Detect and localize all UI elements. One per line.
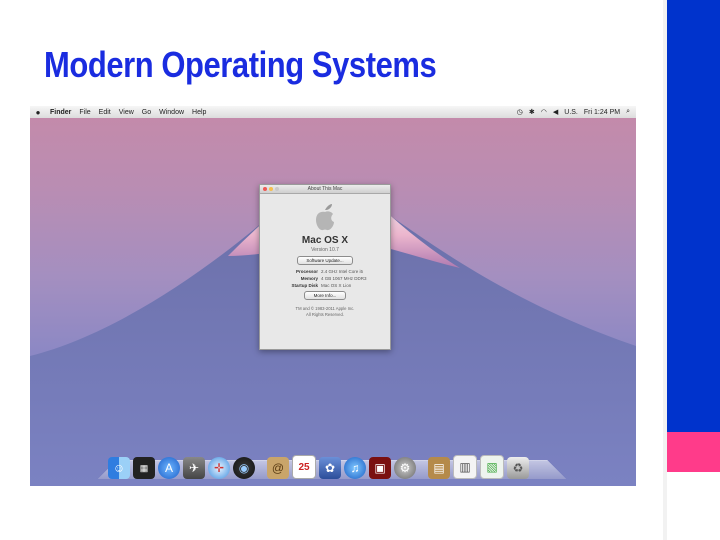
menu-file[interactable]: File xyxy=(79,109,90,116)
info-value: Mac OS X Lion xyxy=(321,283,352,288)
info-key: Startup Disk xyxy=(291,283,318,288)
finder-icon[interactable]: ☺ xyxy=(108,457,130,479)
info-row-memory: Memory 4 GB 1067 MHz DDR3 xyxy=(260,276,390,281)
about-this-mac-window: About This Mac Mac OS X Version 10.7 Sof… xyxy=(259,184,391,350)
minimize-icon[interactable] xyxy=(269,187,273,191)
wifi-icon[interactable]: ◠ xyxy=(541,108,547,116)
menu-finder[interactable]: Finder xyxy=(50,109,71,116)
apple-icon[interactable]: ● xyxy=(34,108,42,117)
trash-icon[interactable]: ♻ xyxy=(507,457,529,479)
software-update-button[interactable]: Software Update... xyxy=(297,256,353,265)
dashboard-icon[interactable]: ▦ xyxy=(133,457,155,479)
launchpad-icon[interactable]: ✈ xyxy=(183,457,205,479)
rights-line: All Rights Reserved. xyxy=(306,312,344,317)
slide-accent-pink xyxy=(667,432,720,472)
downloads-stack-icon[interactable]: ▤ xyxy=(428,457,450,479)
apple-logo-icon xyxy=(260,202,390,234)
slide-accent-blue xyxy=(667,0,720,432)
menu-help[interactable]: Help xyxy=(192,109,206,116)
info-value: 4 GB 1067 MHz DDR3 xyxy=(321,276,367,281)
info-row-startup-disk: Startup Disk Mac OS X Lion xyxy=(260,283,390,288)
more-info-button[interactable]: More Info... xyxy=(304,291,346,300)
dock: ☺ ▦ A ✈ ✛ ◉ @ 25 ✿ ♫ ▣ ⚙ ▤ ▥ ▧ ♻ xyxy=(108,449,558,479)
copyright-text: TM and © 1983-2011 Apple Inc. All Rights… xyxy=(260,306,390,318)
slide-title: Modern Operating Systems xyxy=(44,44,437,85)
spotlight-icon[interactable]: ⌕ xyxy=(626,108,630,116)
info-key: Memory xyxy=(300,276,318,281)
input-language[interactable]: U.S. xyxy=(564,109,578,116)
documents-stack-icon[interactable]: ▥ xyxy=(453,455,477,479)
facetime-icon[interactable]: ◉ xyxy=(233,457,255,479)
os-version: Version 10.7 xyxy=(311,247,339,253)
info-value: 2.4 GHz Intel Core i5 xyxy=(321,269,364,274)
system-preferences-icon[interactable]: ⚙ xyxy=(394,457,416,479)
menu-window[interactable]: Window xyxy=(159,109,184,116)
window-title: About This Mac xyxy=(307,186,343,192)
app-store-icon[interactable]: A xyxy=(158,457,180,479)
zoom-icon[interactable] xyxy=(275,187,279,191)
info-row-processor: Processor 2.4 GHz Intel Core i5 xyxy=(260,269,390,274)
time-machine-icon[interactable]: ◷ xyxy=(517,108,523,116)
menu-go[interactable]: Go xyxy=(142,109,151,116)
iphoto-icon[interactable]: ✿ xyxy=(319,457,341,479)
mac-desktop-screenshot: ● Finder File Edit View Go Window Help ◷… xyxy=(30,106,636,486)
menu-clock[interactable]: Fri 1:24 PM xyxy=(584,109,620,116)
applications-stack-icon[interactable]: ▧ xyxy=(480,455,504,479)
photo-booth-icon[interactable]: ▣ xyxy=(369,457,391,479)
address-book-icon[interactable]: @ xyxy=(267,457,289,479)
info-key: Processor xyxy=(295,269,318,274)
ical-icon[interactable]: 25 xyxy=(292,455,316,479)
menu-view[interactable]: View xyxy=(119,109,134,116)
window-titlebar[interactable]: About This Mac xyxy=(260,185,390,194)
itunes-icon[interactable]: ♫ xyxy=(344,457,366,479)
close-icon[interactable] xyxy=(263,187,267,191)
menu-edit[interactable]: Edit xyxy=(99,109,111,116)
safari-icon[interactable]: ✛ xyxy=(208,457,230,479)
bluetooth-icon[interactable]: ✱ xyxy=(529,108,535,116)
menu-bar: ● Finder File Edit View Go Window Help ◷… xyxy=(30,106,636,118)
volume-icon[interactable]: ◀ xyxy=(553,108,558,116)
os-name: Mac OS X xyxy=(301,235,349,246)
